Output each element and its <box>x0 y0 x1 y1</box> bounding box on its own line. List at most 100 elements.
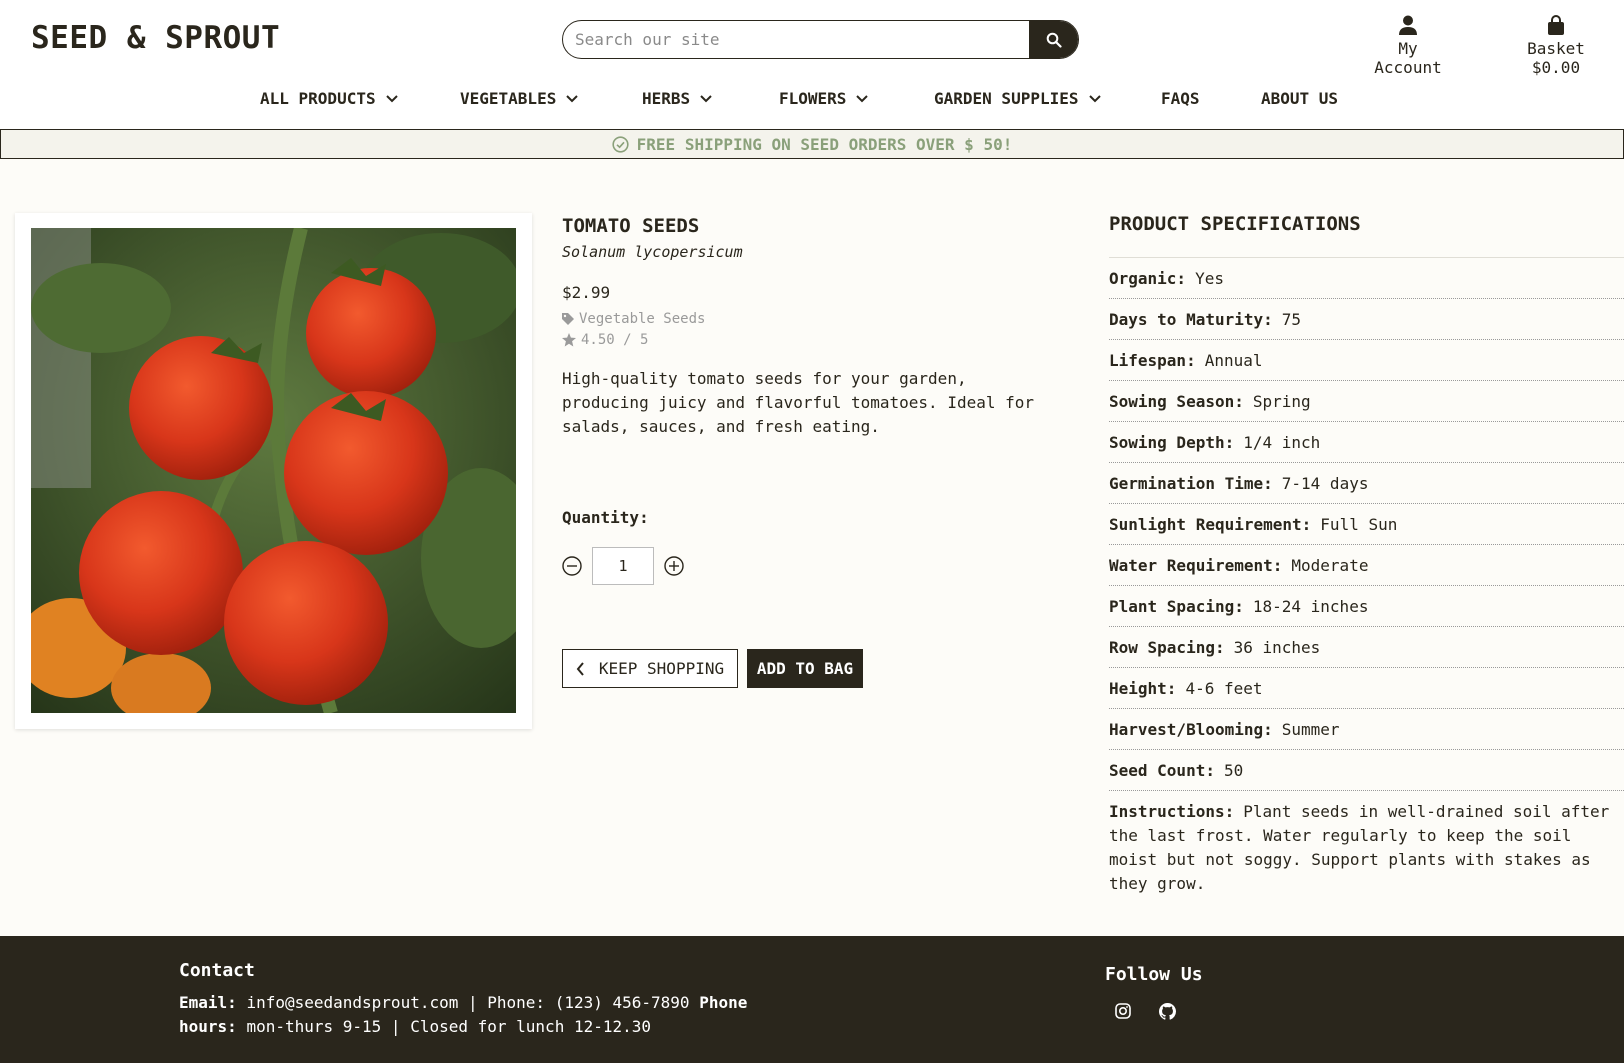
nav-label: FLOWERS <box>779 89 847 108</box>
product-title: TOMATO SEEDS <box>562 215 700 237</box>
chevron-left-icon <box>576 661 584 676</box>
spec-row: Height: 4-6 feet <box>1109 668 1624 709</box>
instagram-icon[interactable] <box>1115 1003 1131 1019</box>
follow-title: Follow Us <box>1105 964 1203 985</box>
spec-key: Lifespan: <box>1109 350 1196 370</box>
search-input[interactable] <box>563 21 1029 58</box>
brand-logo[interactable]: SEED & SPROUT <box>31 20 280 56</box>
search-button[interactable] <box>1029 21 1078 58</box>
product-price: $2.99 <box>562 283 611 302</box>
tag-icon <box>562 313 574 325</box>
site-header: SEED & SPROUT My Account Basket $0.00 <box>0 0 1624 78</box>
spec-key: Seed Count: <box>1109 760 1215 780</box>
main-nav: ALL PRODUCTS VEGETABLES HERBS FLOWERS GA… <box>0 78 1624 129</box>
quantity-stepper: 1 <box>562 547 684 585</box>
search-icon <box>1046 32 1062 48</box>
email-value[interactable]: info@seedandsprout.com | Phone: (123) 45… <box>246 993 689 1012</box>
quantity-input[interactable]: 1 <box>592 547 654 585</box>
spec-key: Height: <box>1109 678 1177 698</box>
nav-item-garden-supplies[interactable]: GARDEN SUPPLIES <box>934 89 1101 108</box>
nav-label: FAQS <box>1161 89 1200 108</box>
minus-circle-icon[interactable] <box>562 556 582 576</box>
spec-value: Moderate <box>1291 555 1369 575</box>
nav-label: ALL PRODUCTS <box>260 89 376 108</box>
spec-row: Organic: Yes <box>1109 258 1624 299</box>
footer-follow: Follow Us <box>1105 964 1203 1020</box>
github-icon[interactable] <box>1159 1003 1176 1020</box>
banner-text: FREE SHIPPING ON SEED ORDERS OVER $ 50! <box>636 134 1013 154</box>
spec-key: Plant Spacing: <box>1109 596 1244 616</box>
nav-label: ABOUT US <box>1261 89 1339 108</box>
nav-label: GARDEN SUPPLIES <box>934 89 1079 108</box>
quantity-label: Quantity: <box>562 508 649 527</box>
spec-value: Full Sun <box>1320 514 1398 534</box>
star-icon <box>562 333 576 347</box>
spec-value: 7-14 days <box>1281 473 1369 493</box>
spec-key: Row Spacing: <box>1109 637 1225 657</box>
spec-row: Seed Count: 50 <box>1109 750 1624 791</box>
shopping-bag-icon <box>1548 15 1564 35</box>
spec-instructions: Instructions: Plant seeds in well-drained… <box>1109 791 1624 896</box>
basket-link[interactable]: Basket $0.00 <box>1500 15 1612 77</box>
spec-value: 36 inches <box>1233 637 1321 657</box>
spec-key: Days to Maturity: <box>1109 309 1273 329</box>
spec-row: Lifespan: Annual <box>1109 340 1624 381</box>
nav-item-about-us[interactable]: ABOUT US <box>1261 89 1338 108</box>
chevron-down-icon <box>856 94 869 102</box>
spec-row: Row Spacing: 36 inches <box>1109 627 1624 668</box>
nav-label: VEGETABLES <box>460 89 557 108</box>
keep-shopping-button[interactable]: KEEP SHOPPING <box>562 649 738 688</box>
nav-item-herbs[interactable]: HERBS <box>642 89 712 108</box>
product-specifications: PRODUCT SPECIFICATIONS Organic: Yes Days … <box>1109 213 1624 896</box>
nav-item-all-products[interactable]: ALL PRODUCTS <box>260 89 398 108</box>
spec-row: Plant Spacing: 18-24 inches <box>1109 586 1624 627</box>
spec-key: Water Requirement: <box>1109 555 1283 575</box>
product-info: TOMATO SEEDS Solanum lycopersicum $2.99 … <box>562 215 1062 439</box>
spec-value: 75 <box>1281 309 1302 329</box>
category-label: Vegetable Seeds <box>579 311 706 327</box>
add-to-bag-button[interactable]: ADD TO BAG <box>747 649 863 688</box>
nav-item-flowers[interactable]: FLOWERS <box>779 89 869 108</box>
product-image <box>31 228 516 713</box>
account-label: My Account <box>1374 39 1442 77</box>
spec-value: 18-24 inches <box>1252 596 1369 616</box>
spec-key: Organic: <box>1109 268 1187 288</box>
product-description: High-quality tomato seeds for your garde… <box>562 369 1035 436</box>
spec-row: Sowing Season: Spring <box>1109 381 1624 422</box>
product-scientific-name: Solanum lycopersicum <box>562 243 743 261</box>
keep-shopping-label: KEEP SHOPPING <box>598 659 725 678</box>
contact-details: Email: info@seedandsprout.com | Phone: (… <box>179 991 799 1039</box>
plus-circle-icon[interactable] <box>664 556 684 576</box>
chevron-down-icon <box>566 94 579 102</box>
spec-key: Sunlight Requirement: <box>1109 514 1312 534</box>
rating-label: 4.50 / 5 <box>581 332 649 348</box>
check-circle-icon <box>612 135 629 153</box>
product-image-card <box>15 213 532 729</box>
spec-row: Germination Time: 7-14 days <box>1109 463 1624 504</box>
spec-row: Sunlight Requirement: Full Sun <box>1109 504 1624 545</box>
product-rating: 4.50 / 5 <box>562 332 1062 348</box>
spec-row: Days to Maturity: 75 <box>1109 299 1624 340</box>
email-key: Email: <box>179 993 237 1012</box>
spec-key: Germination Time: <box>1109 473 1273 493</box>
chevron-down-icon <box>1088 94 1101 102</box>
social-links <box>1115 1003 1203 1020</box>
footer-contact: Contact Email: info@seedandsprout.com | … <box>179 960 799 1039</box>
user-icon <box>1399 15 1417 35</box>
my-account-link[interactable]: My Account <box>1362 15 1454 77</box>
nav-item-vegetables[interactable]: VEGETABLES <box>460 89 579 108</box>
spec-value: Spring <box>1252 391 1311 411</box>
spec-key: Sowing Depth: <box>1109 432 1235 452</box>
spec-value: 1/4 inch <box>1243 432 1321 452</box>
spec-value: Summer <box>1281 719 1340 739</box>
nav-item-faqs[interactable]: FAQS <box>1161 89 1200 108</box>
shipping-banner: FREE SHIPPING ON SEED ORDERS OVER $ 50! <box>0 129 1624 159</box>
spec-row: Sowing Depth: 1/4 inch <box>1109 422 1624 463</box>
spec-row: Water Requirement: Moderate <box>1109 545 1624 586</box>
product-category[interactable]: Vegetable Seeds <box>562 311 1062 327</box>
spec-value: 4-6 feet <box>1185 678 1263 698</box>
spec-value: 50 <box>1223 760 1244 780</box>
chevron-down-icon <box>385 94 398 102</box>
spec-key: Harvest/Blooming: <box>1109 719 1273 739</box>
spec-value: Annual <box>1204 350 1263 370</box>
